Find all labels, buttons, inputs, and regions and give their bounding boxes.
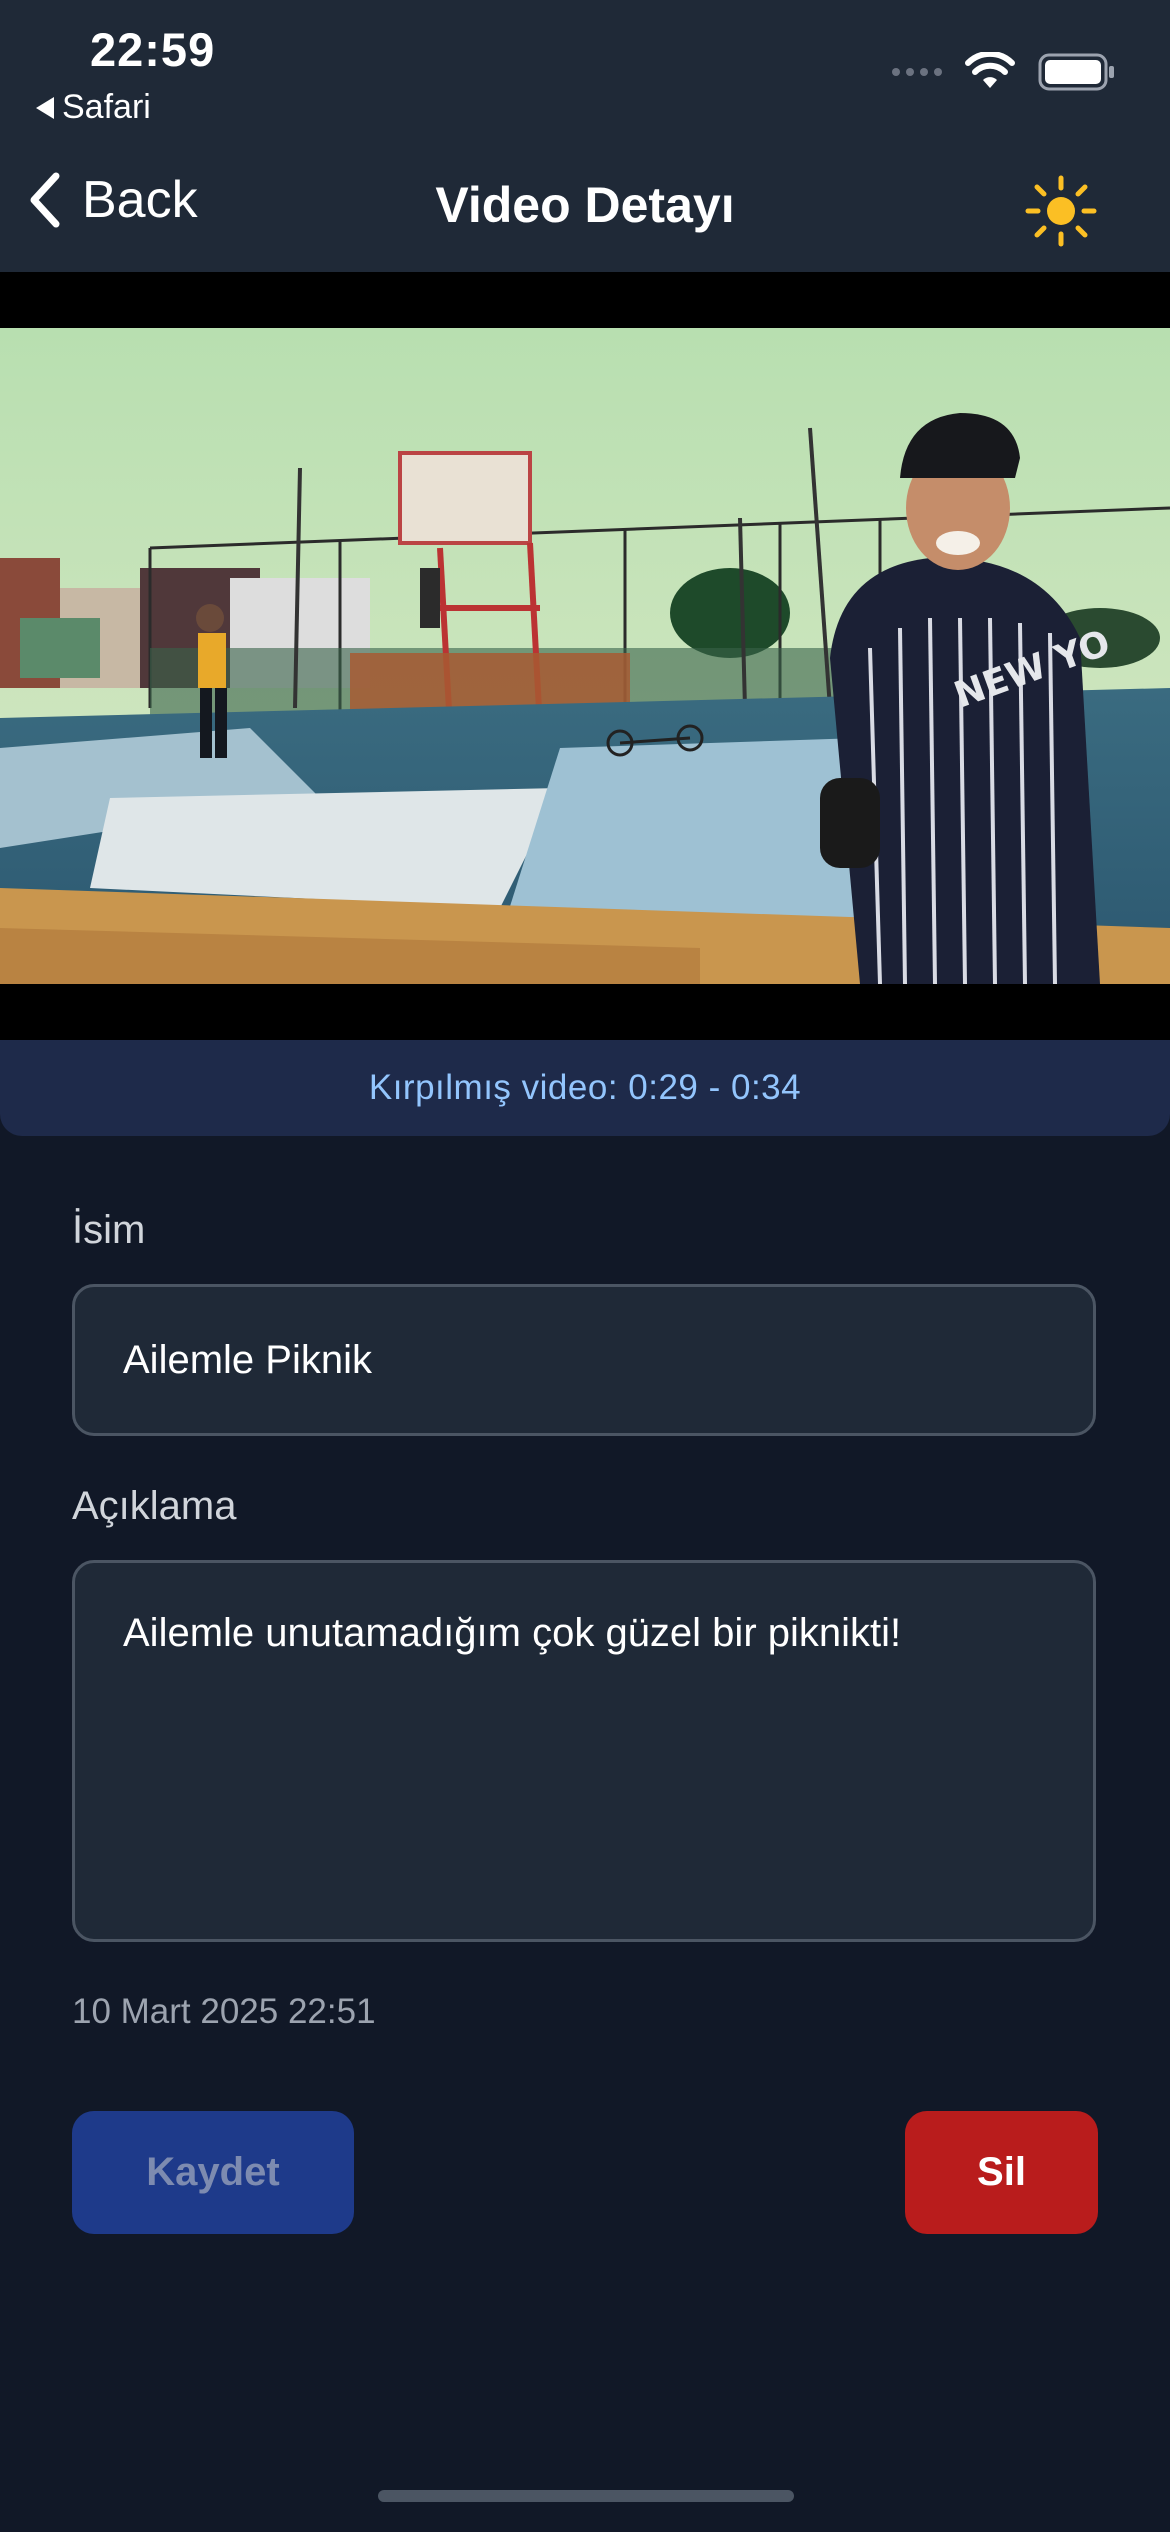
cellular-signal-icon (892, 68, 942, 76)
back-app-label: Safari (62, 88, 151, 126)
home-indicator[interactable] (378, 2490, 794, 2502)
video-player[interactable]: NEW YO (0, 272, 1170, 1040)
page-title: Video Detayı (435, 177, 735, 233)
video-thumbnail: NEW YO (0, 328, 1170, 984)
top-bar: 22:59 Safari Back Video Detayı (0, 0, 1170, 272)
description-label: Açıklama (72, 1484, 237, 1528)
save-button[interactable]: Kaydet (72, 2111, 354, 2234)
name-input[interactable] (72, 1284, 1096, 1436)
trim-info-banner: Kırpılmış video: 0:29 - 0:34 (0, 1040, 1170, 1136)
wifi-icon (965, 52, 1015, 88)
back-to-safari-link[interactable]: Safari (36, 88, 151, 127)
name-label: İsim (72, 1208, 146, 1252)
delete-button[interactable]: Sil (905, 2111, 1098, 2234)
status-indicators (892, 52, 1116, 92)
sun-icon[interactable] (1024, 174, 1098, 248)
battery-icon (1038, 53, 1114, 91)
description-textarea[interactable]: Ailemle unutamadığım çok güzel bir pikni… (72, 1560, 1096, 1942)
status-time: 22:59 (90, 23, 216, 76)
back-triangle-icon (36, 96, 54, 119)
created-date: 10 Mart 2025 22:51 (72, 1992, 376, 2031)
